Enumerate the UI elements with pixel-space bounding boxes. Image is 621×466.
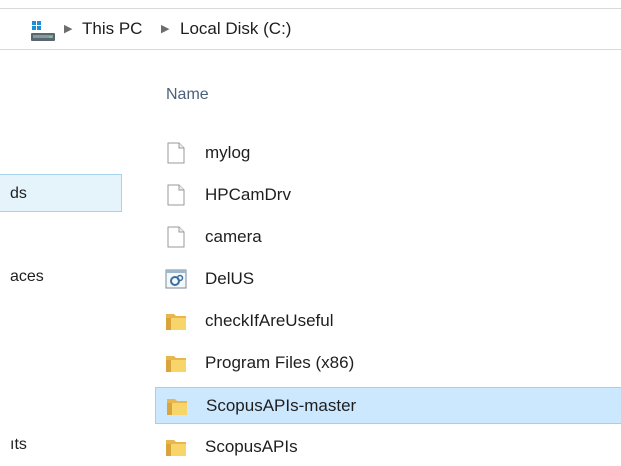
nav-item-places[interactable]: aces	[0, 258, 122, 296]
folder-name: ScopusAPIs-master	[206, 396, 357, 415]
list-item[interactable]: Program Files (x86)	[155, 345, 621, 382]
list-item[interactable]: HPCamDrv	[155, 177, 621, 214]
list-item[interactable]: checkIfAreUseful	[155, 303, 621, 340]
text-file-icon	[167, 226, 185, 248]
folder-name: ScopusAPIs	[205, 437, 298, 456]
list-item-selected[interactable]: ScopusAPIs-master	[155, 387, 621, 424]
column-header-name[interactable]: Name	[166, 86, 209, 104]
folder-name: Program Files (x86)	[205, 353, 355, 372]
nav-item-downloads[interactable]: ds	[0, 174, 122, 212]
file-name: camera	[205, 227, 262, 246]
address-bar[interactable]: ▶ This PC ▶ Local Disk (C:)	[0, 8, 621, 50]
folder-icon	[166, 314, 186, 330]
breadcrumb-separator-icon[interactable]: ▶	[64, 22, 72, 35]
file-name: mylog	[205, 143, 251, 162]
nav-item-documents[interactable]: ıts	[0, 426, 122, 464]
folder-icon	[166, 356, 186, 372]
breadcrumb-separator-icon[interactable]: ▶	[161, 22, 169, 35]
breadcrumb-this-pc[interactable]: This PC	[82, 19, 142, 39]
list-item[interactable]: ScopusAPIs	[155, 429, 621, 466]
list-item[interactable]: DelUS	[155, 261, 621, 298]
list-item[interactable]: mylog	[155, 135, 621, 172]
breadcrumb-local-disk[interactable]: Local Disk (C:)	[180, 19, 291, 39]
navigation-pane: ds aces ıts	[0, 50, 132, 462]
folder-name: checkIfAreUseful	[205, 311, 334, 330]
text-file-icon	[167, 184, 185, 206]
config-file-icon	[165, 269, 187, 289]
computer-drive-icon	[31, 21, 55, 41]
text-file-icon	[167, 142, 185, 164]
folder-icon	[167, 399, 187, 415]
file-name: DelUS	[205, 269, 255, 288]
list-item[interactable]: camera	[155, 219, 621, 256]
file-name: HPCamDrv	[205, 185, 291, 204]
folder-icon	[166, 440, 186, 456]
